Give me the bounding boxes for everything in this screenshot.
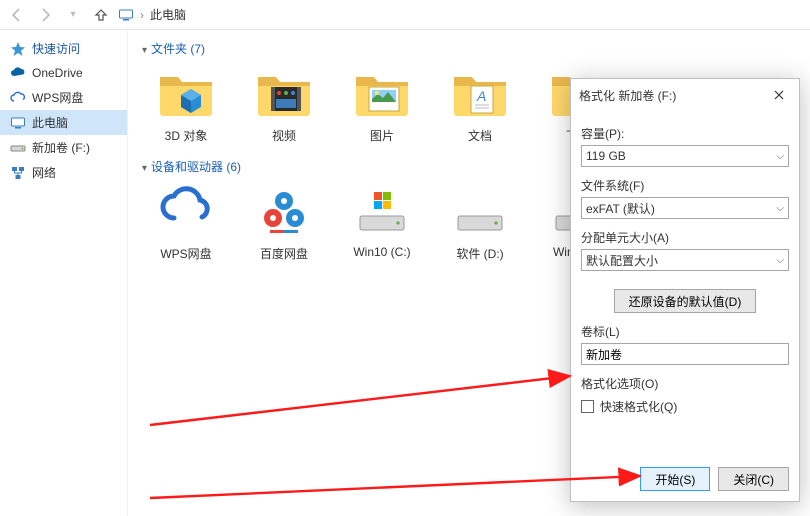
nav-back[interactable] bbox=[6, 4, 28, 26]
close-icon[interactable] bbox=[767, 85, 791, 105]
sidebar-item-network[interactable]: 网络 bbox=[0, 160, 127, 185]
sidebar-item-quick-access[interactable]: 快速访问 bbox=[0, 36, 127, 61]
sidebar-label: 新加卷 (F:) bbox=[32, 139, 90, 156]
sidebar: 快速访问 OneDrive WPS网盘 此电脑 新加卷 (F:) 网络 bbox=[0, 30, 128, 516]
filesystem-value: exFAT (默认) bbox=[586, 200, 655, 217]
dialog-title: 格式化 新加卷 (F:) bbox=[579, 87, 676, 104]
pc-icon bbox=[118, 7, 134, 23]
nav-recent[interactable]: ▾ bbox=[62, 4, 84, 26]
nav-up[interactable] bbox=[90, 4, 112, 26]
format-dialog: 格式化 新加卷 (F:) 容量(P): 119 GB ⌵ 文件系统(F) exFA… bbox=[570, 78, 800, 502]
drive-c[interactable]: Win10 (C:) bbox=[342, 183, 422, 262]
folder-3d-objects[interactable]: 3D 对象 bbox=[146, 65, 226, 144]
breadcrumb[interactable]: 此电脑 bbox=[150, 6, 186, 23]
item-label: 百度网盘 bbox=[260, 245, 308, 262]
volume-label-input[interactable] bbox=[581, 343, 789, 365]
item-label: 图片 bbox=[370, 127, 394, 144]
svg-text:A: A bbox=[476, 88, 486, 104]
filesystem-label: 文件系统(F) bbox=[581, 177, 789, 194]
item-label: Win10 (C:) bbox=[353, 245, 410, 259]
sidebar-item-onedrive[interactable]: OneDrive bbox=[0, 61, 127, 85]
volume-label-label: 卷标(L) bbox=[581, 323, 789, 340]
alloc-value: 默认配置大小 bbox=[586, 252, 658, 269]
sidebar-label: OneDrive bbox=[32, 66, 83, 80]
sidebar-label: 快速访问 bbox=[32, 40, 80, 57]
drive-wps[interactable]: WPS网盘 bbox=[146, 183, 226, 262]
close-button[interactable]: 关闭(C) bbox=[718, 467, 789, 491]
capacity-value: 119 GB bbox=[586, 149, 626, 163]
folder-documents[interactable]: A 文档 bbox=[440, 65, 520, 144]
item-label: 软件 (D:) bbox=[456, 245, 503, 262]
sidebar-item-drive-f[interactable]: 新加卷 (F:) bbox=[0, 135, 127, 160]
format-options-label: 格式化选项(O) bbox=[581, 375, 789, 392]
chevron-down-icon: ⌵ bbox=[776, 255, 784, 266]
sidebar-item-this-pc[interactable]: 此电脑 bbox=[0, 110, 127, 135]
sidebar-label: 网络 bbox=[32, 164, 56, 181]
sidebar-item-wps[interactable]: WPS网盘 bbox=[0, 85, 127, 110]
chevron-down-icon: ⌵ bbox=[776, 203, 784, 214]
chevron-down-icon: ⌵ bbox=[776, 151, 784, 162]
start-button[interactable]: 开始(S) bbox=[640, 467, 710, 491]
sidebar-label: WPS网盘 bbox=[32, 89, 83, 106]
item-label: 3D 对象 bbox=[165, 127, 208, 144]
sidebar-label: 此电脑 bbox=[32, 114, 68, 131]
alloc-select[interactable]: 默认配置大小 ⌵ bbox=[581, 249, 789, 271]
alloc-label: 分配单元大小(A) bbox=[581, 229, 789, 246]
restore-defaults-button[interactable]: 还原设备的默认值(D) bbox=[614, 289, 757, 313]
capacity-label: 容量(P): bbox=[581, 125, 789, 142]
capacity-select[interactable]: 119 GB ⌵ bbox=[581, 145, 789, 167]
filesystem-select[interactable]: exFAT (默认) ⌵ bbox=[581, 197, 789, 219]
drive-baidu[interactable]: 百度网盘 bbox=[244, 183, 324, 262]
section-folders[interactable]: 文件夹 (7) bbox=[128, 36, 810, 61]
drive-d[interactable]: 软件 (D:) bbox=[440, 183, 520, 262]
quick-format-checkbox[interactable] bbox=[581, 400, 594, 413]
nav-forward[interactable] bbox=[34, 4, 56, 26]
folder-pictures[interactable]: 图片 bbox=[342, 65, 422, 144]
item-label: 视频 bbox=[272, 127, 296, 144]
item-label: 文档 bbox=[468, 127, 492, 144]
quick-format-label: 快速格式化(Q) bbox=[600, 398, 677, 415]
item-label: WPS网盘 bbox=[160, 245, 211, 262]
folder-videos[interactable]: 视频 bbox=[244, 65, 324, 144]
